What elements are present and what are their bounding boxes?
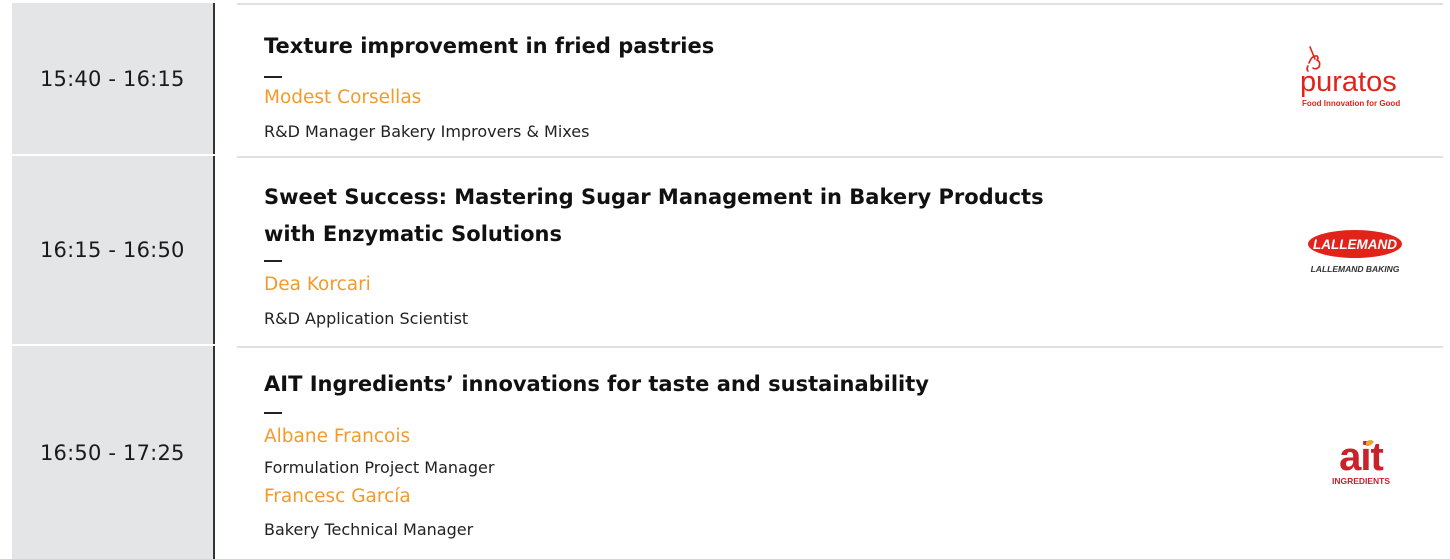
session-row: 16:50 - 17:25 AIT Ingredients’ innovatio… — [0, 346, 1443, 559]
separator-dash — [264, 76, 282, 78]
speaker-role: Bakery Technical Manager — [264, 520, 474, 539]
row-divider — [237, 156, 1443, 158]
speaker-role: R&D Application Scientist — [264, 309, 469, 328]
row-divider — [237, 346, 1443, 348]
time-slot: 16:15 - 16:50 — [12, 156, 215, 344]
row-divider — [237, 3, 1443, 5]
time-label: 16:50 - 17:25 — [40, 440, 185, 465]
session-row: 15:40 - 16:15 Texture improvement in fri… — [0, 3, 1443, 154]
session-title: Texture improvement in fried pastries — [264, 34, 715, 58]
speaker-name: Modest Corsellas — [264, 87, 422, 108]
session-title: AIT Ingredients’ innovations for taste a… — [264, 372, 929, 396]
separator-dash — [264, 260, 282, 262]
speaker-name: Francesc García — [264, 486, 411, 507]
time-label: 15:40 - 16:15 — [40, 66, 185, 91]
speaker-role: Formulation Project Manager — [264, 458, 495, 477]
logo-wordmark: LALLEMAND — [1313, 237, 1397, 252]
logo-tagline: LALLEMAND BAKING — [1311, 264, 1400, 274]
speaker-name: Dea Korcari — [264, 274, 371, 295]
time-slot: 15:40 - 16:15 — [12, 3, 215, 154]
logo-tagline: Food Innovation for Good — [1302, 99, 1400, 108]
session-title-line-2: with Enzymatic Solutions — [264, 222, 562, 246]
lallemand-logo: LALLEMAND LALLEMAND BAKING — [1302, 226, 1412, 286]
puratos-logo: puratos Food Innovation for Good — [1282, 41, 1412, 121]
session-title-line-1: Sweet Success: Mastering Sugar Managemen… — [264, 185, 1044, 209]
time-label: 16:15 - 16:50 — [40, 238, 185, 262]
logo-tagline: INGREDIENTS — [1332, 476, 1390, 486]
separator-dash — [264, 412, 282, 414]
speaker-role: R&D Manager Bakery Improvers & Mixes — [264, 122, 590, 141]
logo-wordmark: puratos — [1300, 66, 1397, 98]
session-row: 16:15 - 16:50 Sweet Success: Mastering S… — [0, 156, 1443, 344]
logo-wordmark: ait — [1339, 438, 1383, 479]
speaker-name: Albane Francois — [264, 426, 411, 447]
ait-ingredients-logo: ait INGREDIENTS — [1316, 435, 1406, 490]
time-slot: 16:50 - 17:25 — [12, 346, 215, 559]
